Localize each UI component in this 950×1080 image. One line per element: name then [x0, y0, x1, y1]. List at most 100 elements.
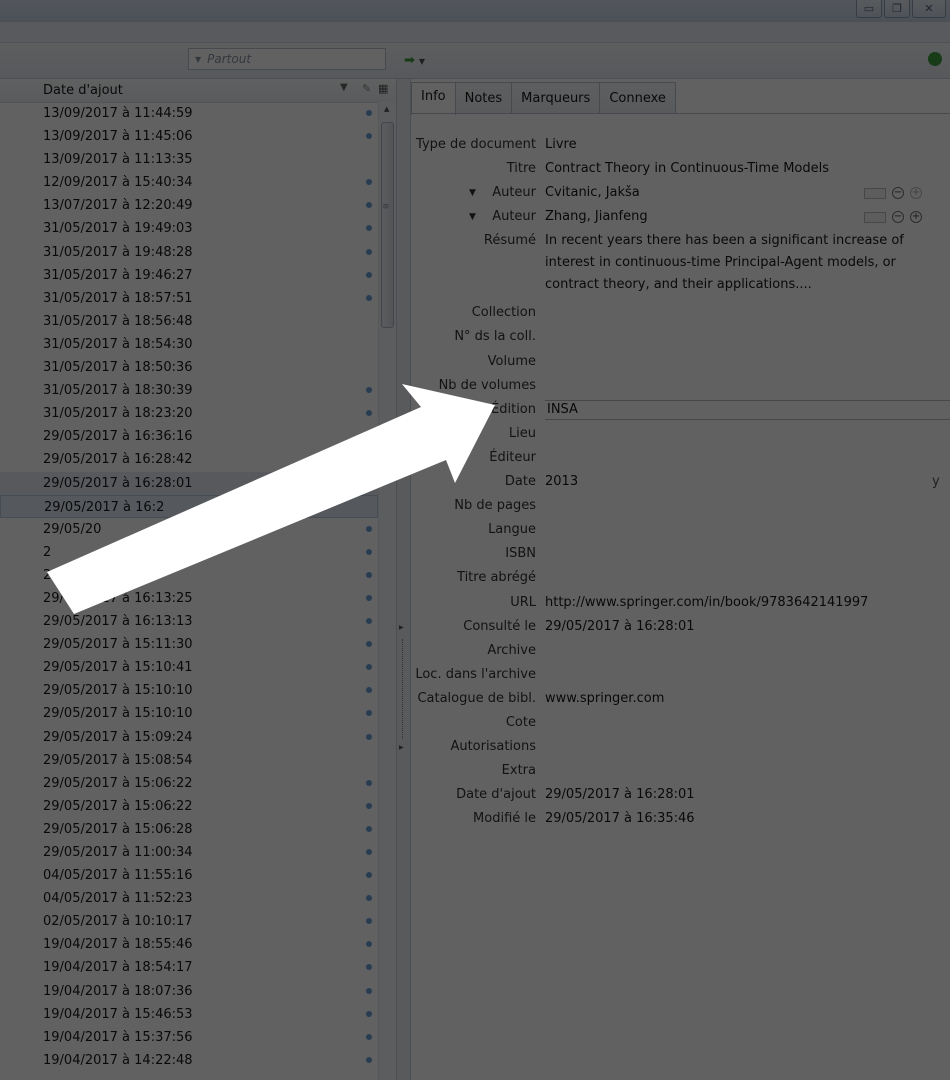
table-row[interactable]: 13/09/2017 à 11:13:35: [0, 148, 378, 171]
item-type-value[interactable]: Livre: [545, 133, 577, 157]
title-value[interactable]: Contract Theory in Continuous-Time Model…: [545, 157, 829, 181]
field-label: Volume: [487, 353, 536, 369]
table-row[interactable]: 29/05/2017 à 15:10:10: [0, 702, 378, 725]
sort-descending-icon[interactable]: ▼: [340, 82, 348, 93]
date-added-cell: 29/05/2017 à 15:10:10: [43, 706, 193, 722]
library-catalog-value[interactable]: www.springer.com: [545, 687, 664, 711]
pane-splitter[interactable]: ▶ ▶: [397, 79, 411, 1080]
attachment-column-icon[interactable]: ✎: [362, 82, 371, 95]
creator-type-menu-icon[interactable]: ▼: [469, 181, 476, 205]
table-row[interactable]: 29/05/2017 à 15:10:10: [0, 679, 378, 702]
scroll-up-icon[interactable]: ▲: [384, 105, 389, 113]
date-value[interactable]: 2013: [545, 470, 578, 494]
table-row[interactable]: 19/04/2017 à 18:07:36: [0, 980, 378, 1003]
table-row[interactable]: 31/05/2017 à 19:49:03: [0, 217, 378, 240]
table-row[interactable]: 29/05/2017 à 15:06:22: [0, 795, 378, 818]
table-row[interactable]: 29/05/20: [0, 518, 378, 541]
table-row[interactable]: 29/05/2017 à 15:11:30: [0, 633, 378, 656]
table-row[interactable]: 13/09/2017 à 11:44:59: [0, 102, 378, 125]
field-label: Nb de pages: [454, 498, 536, 514]
field-label[interactable]: URL: [510, 591, 536, 615]
table-row[interactable]: 31/05/2017 à 18:30:39: [0, 379, 378, 402]
edition-input[interactable]: INSA: [547, 398, 578, 422]
table-row[interactable]: 31/05/2017 à 19:46:27: [0, 264, 378, 287]
author-value[interactable]: Zhang, Jianfeng: [545, 205, 648, 229]
field-num-volumes: Nb de volumes: [411, 374, 950, 398]
table-row[interactable]: 29/05/2017 à 16:28:01: [0, 471, 378, 495]
table-row[interactable]: 04/05/2017 à 11:55:16: [0, 864, 378, 887]
table-row[interactable]: 29/05/2017 à 16:13:13: [0, 610, 378, 633]
field-author: ▼ Auteur Cvitanic, Jakša − +: [411, 181, 950, 205]
table-row[interactable]: 29/05/2017 à 16:28:42: [0, 448, 378, 471]
sync-icon[interactable]: [928, 52, 942, 66]
table-row[interactable]: 31/05/2017 à 18:50:36: [0, 356, 378, 379]
add-creator-icon[interactable]: +: [910, 187, 922, 200]
author-value[interactable]: Cvitanic, Jakša: [545, 181, 640, 205]
table-row[interactable]: 29/ à 16:14:38: [0, 564, 378, 587]
table-row[interactable]: 31/05/2017 à 19:48:28: [0, 241, 378, 264]
table-row[interactable]: 29/05/2017 à 16:13:25: [0, 587, 378, 610]
table-row[interactable]: 29/05/2017 à 15:06:28: [0, 818, 378, 841]
table-row[interactable]: 19/04/2017 à 18:55:46: [0, 933, 378, 956]
table-row[interactable]: 31/05/2017 à 18:57:51: [0, 287, 378, 310]
table-row[interactable]: 31/05/2017 à 18:56:48: [0, 310, 378, 333]
scrollbar-thumb[interactable]: [381, 122, 394, 328]
table-row[interactable]: 04/05/2017 à 11:52:23: [0, 887, 378, 910]
abstract-value[interactable]: In recent years there has been a signifi…: [545, 230, 940, 296]
title-bar: ▭ ❐ ✕: [0, 0, 950, 22]
table-row[interactable]: 19/04/2017 à 14:22:48: [0, 1049, 378, 1072]
item-fields: Type de document Livre Titre Contract Th…: [411, 133, 950, 831]
search-input[interactable]: ▼ Partout: [188, 48, 386, 70]
table-row[interactable]: 31/05/2017 à 18:23:20: [0, 402, 378, 425]
creator-type-menu-icon[interactable]: ▼: [469, 205, 476, 229]
column-date-added[interactable]: Date d'ajout: [43, 83, 123, 98]
table-row[interactable]: 19/04/2017 à 15:46:53: [0, 1003, 378, 1026]
column-picker-icon[interactable]: ▦: [378, 82, 388, 95]
tab-info[interactable]: Info: [411, 82, 456, 115]
restore-icon[interactable]: ❐: [884, 0, 910, 18]
minimize-icon[interactable]: ▭: [856, 0, 882, 18]
table-row[interactable]: 13/09/2017 à 11:45:06: [0, 125, 378, 148]
table-row[interactable]: 29/05/2017 à 16:2: [0, 494, 378, 518]
table-row[interactable]: 2: [0, 541, 378, 564]
items-list-header: Date d'ajout ▼ ✎ ▦: [0, 79, 396, 103]
note-dot-icon: [366, 779, 372, 786]
table-row[interactable]: 13/07/2017 à 12:20:49: [0, 194, 378, 217]
table-row[interactable]: 29/05/2017 à 11:00:34: [0, 841, 378, 864]
locate-button[interactable]: ➡ ▼: [404, 53, 425, 68]
url-value[interactable]: http://www.springer.com/in/book/97836421…: [545, 591, 868, 615]
table-row[interactable]: 02/05/2017 à 10:10:17: [0, 910, 378, 933]
tab-tags[interactable]: Marqueurs: [511, 82, 601, 114]
table-row[interactable]: 29/05/2017 à 15:06:22: [0, 772, 378, 795]
table-row[interactable]: 19/04/2017 à 15:37:56: [0, 1026, 378, 1049]
swap-name-icon[interactable]: [864, 187, 886, 199]
swap-name-icon[interactable]: [864, 211, 886, 223]
table-row[interactable]: 29/05/2017 à 15:08:54: [0, 749, 378, 772]
tab-related[interactable]: Connexe: [599, 82, 676, 114]
items-scrollbar[interactable]: ▲ ≡: [378, 102, 396, 1080]
note-dot-icon: [366, 918, 372, 925]
table-row[interactable]: 29/05/2017 à 16:36:16: [0, 425, 378, 448]
remove-creator-icon[interactable]: −: [892, 211, 904, 224]
close-icon[interactable]: ✕: [912, 0, 946, 18]
table-row[interactable]: 31/05/2017 à 18:54:30: [0, 333, 378, 356]
add-creator-icon[interactable]: +: [910, 211, 922, 224]
field-label[interactable]: Auteur: [492, 181, 536, 205]
items-list[interactable]: Date d'ajout ▼ ✎ ▦ 13/09/2017 à 11:44:59…: [0, 79, 397, 1080]
collapse-arrow-icon[interactable]: ▶: [399, 624, 404, 631]
field-label: Type de document: [416, 137, 536, 152]
field-label[interactable]: Auteur: [492, 205, 536, 229]
tab-divider: [411, 113, 950, 114]
collapse-arrow-icon[interactable]: ▶: [399, 744, 404, 751]
accessed-value[interactable]: 29/05/2017 à 16:28:01: [545, 615, 695, 639]
chevron-down-icon[interactable]: ▼: [195, 55, 201, 64]
table-row[interactable]: 29/05/2017 à 15:09:24: [0, 726, 378, 749]
scroll-grip-icon: ≡: [382, 202, 390, 212]
table-row[interactable]: 12/09/2017 à 15:40:34: [0, 171, 378, 194]
tab-notes[interactable]: Notes: [454, 82, 513, 114]
remove-creator-icon[interactable]: −: [892, 187, 904, 200]
table-row[interactable]: 19/04/2017 à 18:54:17: [0, 956, 378, 979]
table-row[interactable]: 29/05/2017 à 15:10:41: [0, 656, 378, 679]
field-label: Lieu: [508, 425, 536, 441]
field-label: Catalogue de bibl.: [417, 690, 536, 706]
